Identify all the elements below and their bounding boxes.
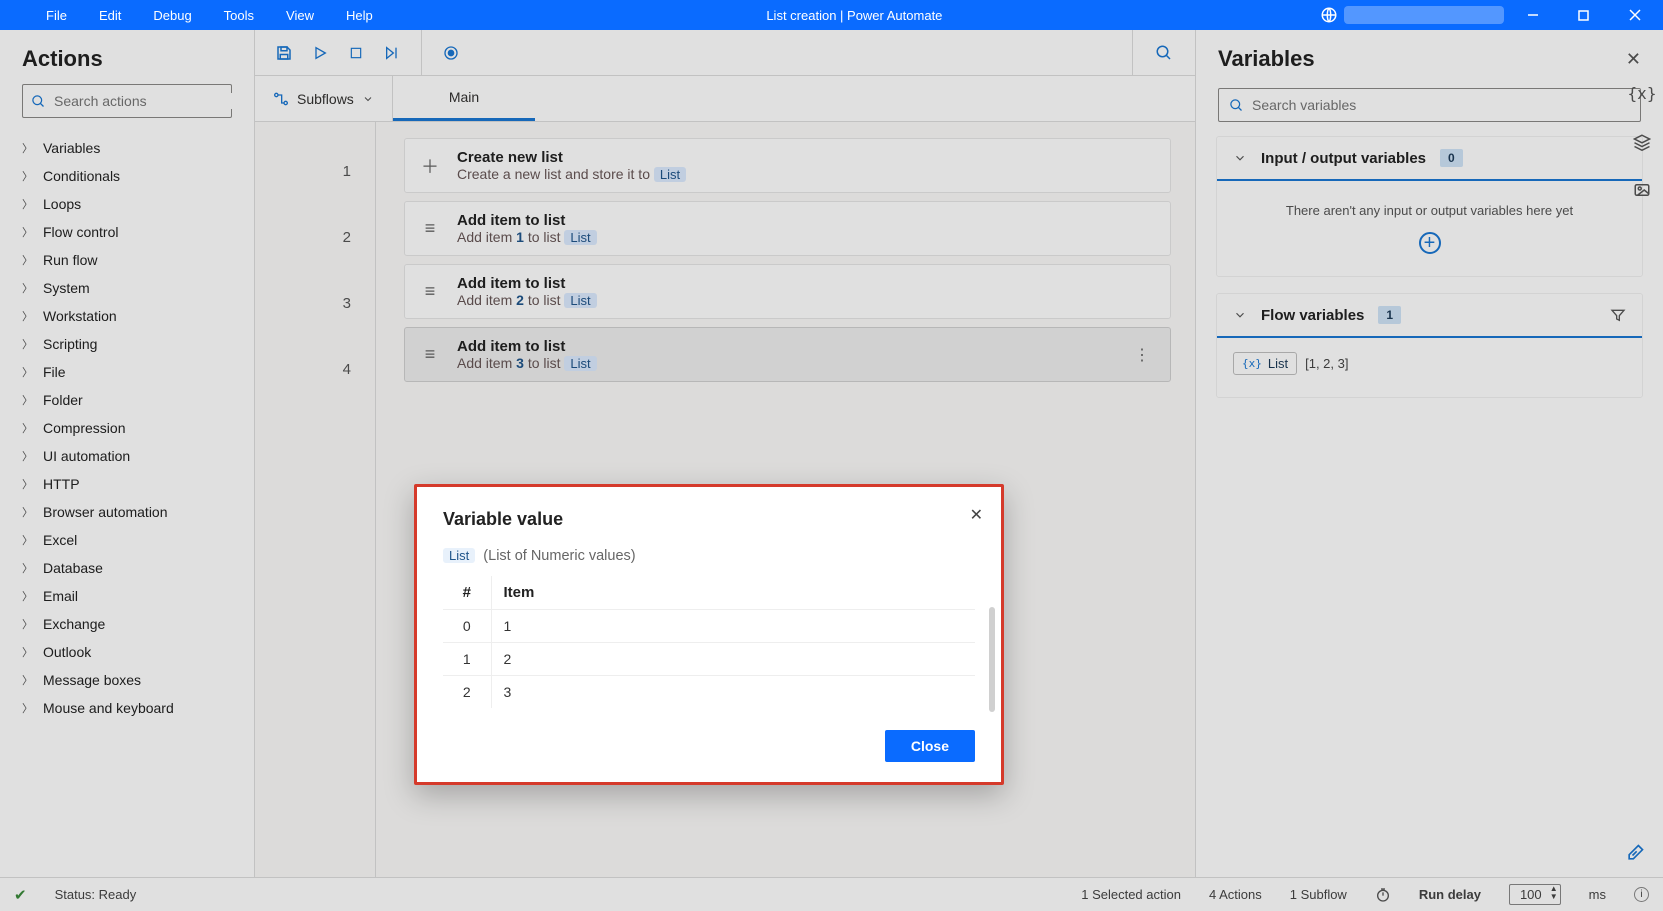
variable-value-dialog: Variable value ✕ List (List of Numeric v… [414, 484, 1004, 785]
menu-file[interactable]: File [30, 8, 83, 23]
account-icon[interactable] [1320, 6, 1338, 24]
cell-index: 0 [443, 610, 491, 643]
menu-debug[interactable]: Debug [137, 8, 207, 23]
window-title: List creation | Power Automate [389, 8, 1320, 23]
variable-value-table: # Item 011223 [443, 576, 975, 708]
dialog-type-description: (List of Numeric values) [483, 548, 635, 564]
menu-edit[interactable]: Edit [83, 8, 137, 23]
col-item-header: Item [491, 576, 975, 610]
title-bar: File Edit Debug Tools View Help List cre… [0, 0, 1663, 30]
cell-index: 2 [443, 676, 491, 709]
table-row[interactable]: 23 [443, 676, 975, 709]
account-pill[interactable] [1344, 6, 1504, 24]
cell-item: 2 [491, 643, 975, 676]
modal-overlay: Variable value ✕ List (List of Numeric v… [0, 30, 1663, 911]
dialog-variable-chip: List [443, 548, 475, 563]
dialog-close-icon[interactable]: ✕ [970, 505, 983, 525]
minimize-button[interactable] [1510, 0, 1555, 30]
cell-item: 1 [491, 610, 975, 643]
dialog-scrollbar[interactable] [989, 607, 995, 712]
dialog-close-button[interactable]: Close [885, 730, 975, 762]
table-row[interactable]: 01 [443, 610, 975, 643]
menu-tools[interactable]: Tools [208, 8, 270, 23]
menu-help[interactable]: Help [330, 8, 389, 23]
col-index-header: # [443, 576, 491, 610]
cell-item: 3 [491, 676, 975, 709]
table-row[interactable]: 12 [443, 643, 975, 676]
menu-view[interactable]: View [270, 8, 330, 23]
dialog-title: Variable value [443, 509, 975, 530]
menu-bar: File Edit Debug Tools View Help [0, 8, 389, 23]
maximize-button[interactable] [1561, 0, 1606, 30]
cell-index: 1 [443, 643, 491, 676]
close-window-button[interactable] [1612, 0, 1657, 30]
